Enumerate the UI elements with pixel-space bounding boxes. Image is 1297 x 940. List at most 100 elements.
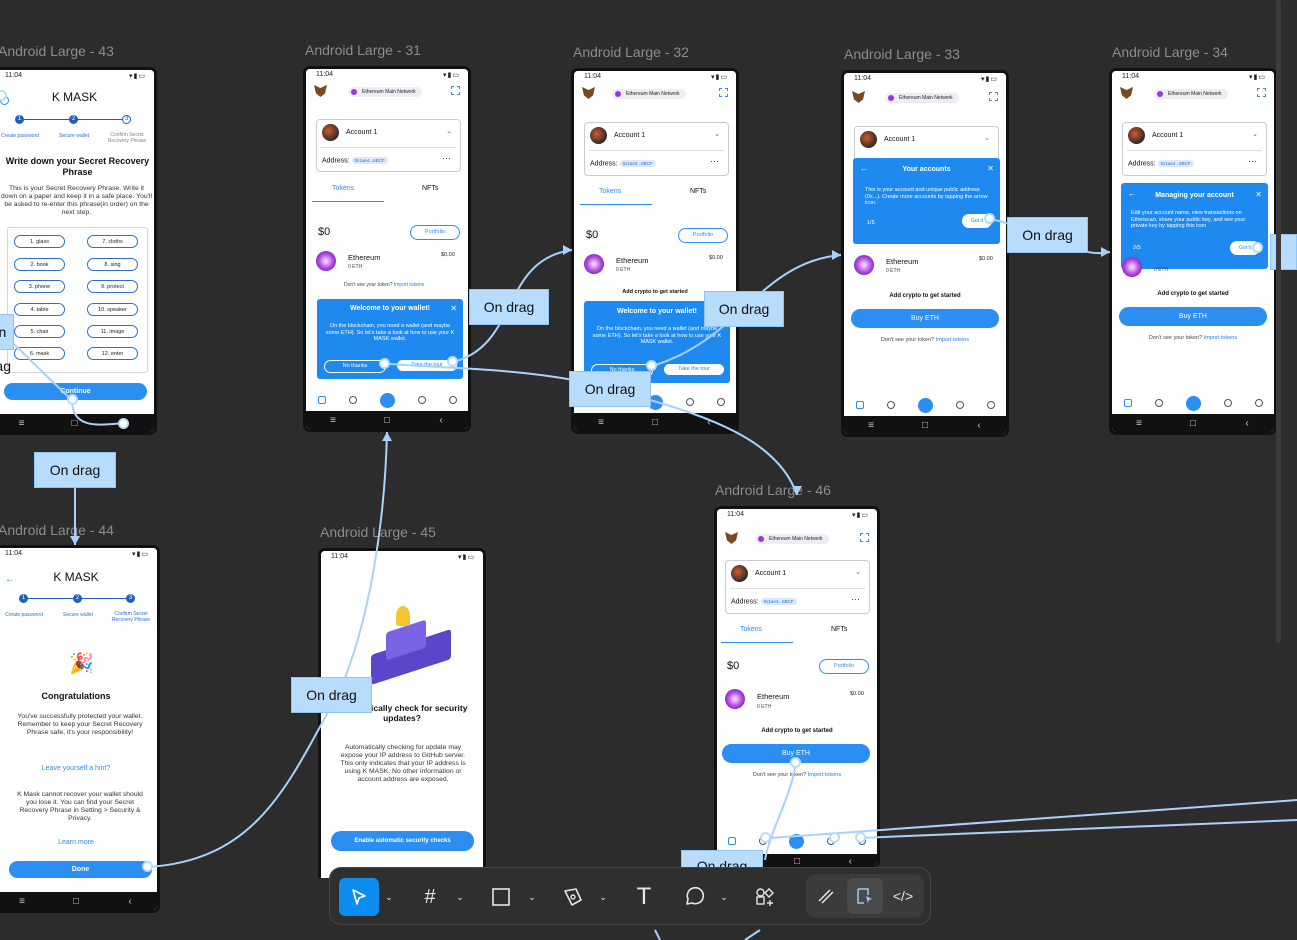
- settings-icon[interactable]: [716, 398, 725, 406]
- qr-scan-icon[interactable]: [719, 88, 728, 97]
- back-nav-icon[interactable]: ‹: [969, 420, 989, 431]
- pen-tool-icon[interactable]: [553, 878, 593, 916]
- tab-tokens[interactable]: Tokens: [740, 626, 762, 633]
- back-nav-icon[interactable]: ‹: [120, 896, 140, 907]
- learn-more-link[interactable]: Learn more: [0, 839, 157, 847]
- interaction-label[interactable]: On drag: [291, 677, 372, 713]
- connection-node[interactable]: [829, 832, 840, 843]
- address-pill[interactable]: 0x1ae4...6BCF: [760, 598, 797, 605]
- frame-label-33[interactable]: Android Large - 33: [844, 46, 960, 62]
- history-icon[interactable]: [348, 396, 357, 404]
- frame-label-31[interactable]: Android Large - 31: [305, 42, 421, 58]
- qr-scan-icon[interactable]: [989, 92, 998, 101]
- chevron-down-icon[interactable]: ⌄: [454, 878, 466, 916]
- history-icon[interactable]: [886, 401, 895, 409]
- home-icon[interactable]: □: [645, 417, 665, 428]
- qr-scan-icon[interactable]: [1257, 88, 1266, 97]
- close-icon[interactable]: ✕: [987, 164, 994, 173]
- interaction-label[interactable]: On drag: [704, 291, 784, 327]
- more-icon[interactable]: ···: [1248, 156, 1257, 166]
- take-tour-button[interactable]: Take the tour: [664, 364, 724, 375]
- chevron-down-icon[interactable]: ⌄: [714, 130, 720, 138]
- account-card[interactable]: Account 1 ⌄ Address: 0x1ae4...6BCF ···: [584, 122, 729, 176]
- browser-icon[interactable]: [1223, 399, 1232, 407]
- enable-security-button[interactable]: Enable automatic security checks: [331, 831, 474, 851]
- more-icon[interactable]: ···: [710, 156, 719, 166]
- import-tokens-link[interactable]: Import tokens: [936, 337, 969, 343]
- close-icon[interactable]: ✕: [1255, 190, 1262, 199]
- portfolio-button[interactable]: Portfolio: [410, 225, 460, 240]
- interaction-label[interactable]: On drag: [34, 452, 116, 488]
- frame-android-43[interactable]: 11:04 ▾▮▭ K MASK 1 2 3 Create password Se…: [0, 67, 157, 435]
- network-selector[interactable]: Ethereum Main Network: [755, 534, 829, 544]
- network-selector[interactable]: Ethereum Main Network: [612, 89, 686, 99]
- frame-android-34[interactable]: 11:04 ▾▮▭ Ethereum Main Network Account 1…: [1109, 68, 1277, 435]
- settings-icon[interactable]: [448, 396, 457, 404]
- wallet-icon[interactable]: [855, 401, 864, 409]
- back-nav-icon[interactable]: ‹: [431, 415, 451, 426]
- import-tokens-link[interactable]: Import tokens: [394, 282, 424, 288]
- swap-icon[interactable]: [917, 397, 933, 413]
- connection-node[interactable]: [142, 861, 153, 872]
- close-icon[interactable]: ✕: [450, 304, 457, 313]
- interaction-label[interactable]: On drag: [0, 314, 14, 374]
- frame-label-43[interactable]: Android Large - 43: [0, 43, 114, 59]
- recents-icon[interactable]: ≡: [1129, 418, 1149, 429]
- account-card[interactable]: Account 1 ⌄ Address: 0x1ae4...6BCF ···: [1122, 122, 1267, 176]
- recents-icon[interactable]: ≡: [591, 417, 611, 428]
- actions-tool-icon[interactable]: [745, 878, 785, 916]
- connection-node[interactable]: [447, 356, 458, 367]
- frame-android-45[interactable]: 11:04 ▾▮▭ Automatically check for securit…: [318, 548, 486, 878]
- tab-tokens[interactable]: Tokens: [599, 188, 621, 195]
- qr-scan-icon[interactable]: [860, 533, 869, 542]
- network-selector[interactable]: Ethereum Main Network: [885, 93, 959, 103]
- text-tool-icon[interactable]: T: [624, 878, 664, 916]
- frame-tool-icon[interactable]: #: [410, 878, 450, 916]
- home-icon[interactable]: □: [915, 420, 935, 431]
- address-pill[interactable]: 0x1ae4...6BCF: [351, 157, 388, 164]
- network-selector[interactable]: Ethereum Main Network: [348, 87, 422, 97]
- chevron-down-icon[interactable]: ⌄: [718, 878, 730, 916]
- comment-tool-icon[interactable]: [674, 878, 714, 916]
- wallet-icon[interactable]: [1123, 399, 1132, 407]
- frame-android-46[interactable]: 11:04 ▾▮▭ Ethereum Main Network Account 1…: [714, 506, 880, 868]
- swap-icon[interactable]: [379, 392, 395, 408]
- interaction-label[interactable]: On drag: [1007, 217, 1088, 253]
- back-arrow-icon[interactable]: ←: [5, 574, 15, 585]
- recents-icon[interactable]: ≡: [861, 420, 881, 431]
- done-button[interactable]: Done: [9, 861, 152, 878]
- chevron-down-icon[interactable]: ⌄: [526, 878, 538, 916]
- wallet-icon[interactable]: [728, 837, 737, 845]
- address-pill[interactable]: 0x1ae4...6BCF: [619, 160, 656, 167]
- interaction-label[interactable]: On drag: [469, 289, 549, 325]
- frame-label-32[interactable]: Android Large - 32: [573, 44, 689, 60]
- browser-icon[interactable]: [685, 398, 694, 406]
- connection-node[interactable]: [790, 757, 801, 768]
- frame-android-33[interactable]: 11:04 ▾▮▭ Ethereum Main Network Account 1…: [841, 70, 1009, 437]
- canvas[interactable]: Android Large - 43 Android Large - 31 An…: [0, 0, 1297, 940]
- frame-label-34[interactable]: Android Large - 34: [1112, 44, 1228, 60]
- tab-nfts[interactable]: NFTs: [831, 626, 847, 633]
- dev-mode-icon[interactable]: </>: [885, 878, 921, 914]
- swap-icon[interactable]: [789, 833, 805, 849]
- connection-node[interactable]: [855, 832, 866, 843]
- home-icon[interactable]: □: [377, 415, 397, 426]
- home-icon[interactable]: □: [66, 896, 86, 907]
- browser-icon[interactable]: [955, 401, 964, 409]
- settings-icon[interactable]: [1254, 399, 1263, 407]
- chevron-down-icon[interactable]: ⌄: [446, 127, 452, 135]
- chevron-down-icon[interactable]: ⌄: [383, 878, 395, 916]
- tab-tokens[interactable]: Tokens: [332, 185, 354, 192]
- design-mode-icon[interactable]: [847, 878, 883, 914]
- connection-node[interactable]: [646, 360, 657, 371]
- history-icon[interactable]: [1154, 399, 1163, 407]
- chevron-down-icon[interactable]: ⌄: [984, 134, 990, 142]
- connection-node[interactable]: [379, 358, 390, 369]
- recents-icon[interactable]: ≡: [12, 896, 32, 907]
- interaction-label[interactable]: [1270, 234, 1297, 270]
- home-icon[interactable]: □: [65, 418, 85, 429]
- connection-node[interactable]: [984, 213, 995, 224]
- rectangle-tool-icon[interactable]: [481, 878, 521, 916]
- swap-icon[interactable]: [1185, 395, 1201, 411]
- home-icon[interactable]: □: [1183, 418, 1203, 429]
